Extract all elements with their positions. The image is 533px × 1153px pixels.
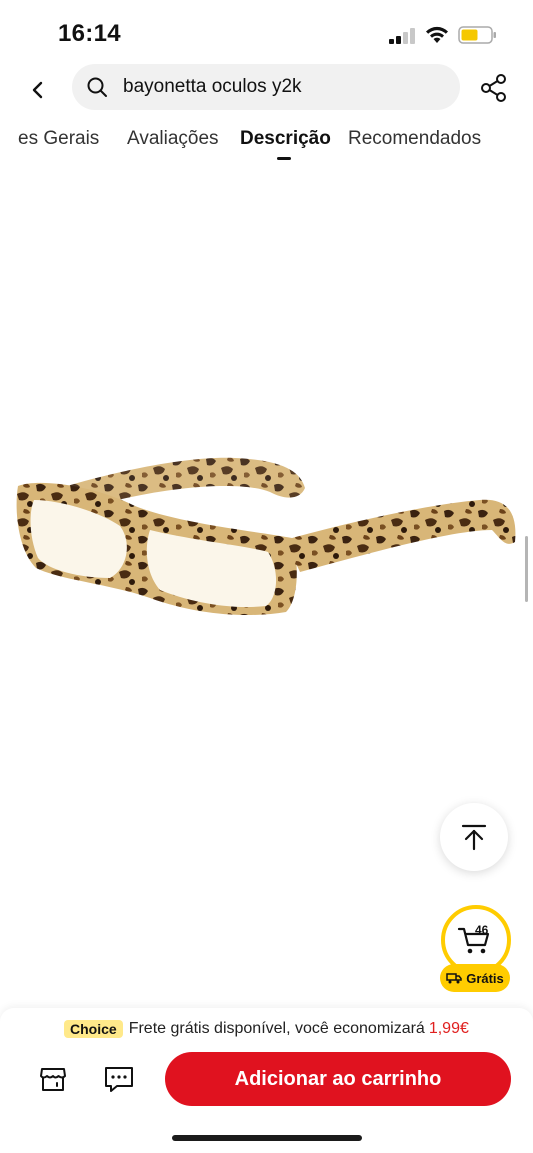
back-icon — [32, 81, 43, 99]
free-shipping-label: Grátis — [466, 970, 504, 986]
back-to-top-button[interactable] — [440, 803, 508, 871]
home-indicator — [172, 1135, 362, 1141]
cellular-signal-icon — [389, 28, 415, 44]
truck-icon — [446, 973, 462, 984]
section-tabs: es Gerais Avaliações Descrição Recomenda… — [0, 120, 533, 168]
active-tab-indicator — [277, 157, 291, 160]
store-icon[interactable] — [38, 1064, 68, 1094]
choice-badge: Choice — [64, 1020, 123, 1038]
add-to-cart-button[interactable]: Adicionar ao carrinho — [165, 1052, 511, 1106]
cart-count: 46 — [475, 923, 489, 937]
tab-reviews[interactable]: Avaliações — [127, 128, 219, 150]
tab-recommended[interactable]: Recomendados — [348, 128, 481, 150]
back-to-top-icon — [461, 824, 487, 851]
shipping-info: Choice Frete grátis disponível, você eco… — [64, 1018, 469, 1040]
floating-cart-button[interactable]: 46 Grátis — [438, 902, 512, 994]
search-query: bayonetta oculos y2k — [123, 76, 302, 97]
shipping-text: Frete grátis disponível, você economizar… — [128, 1020, 425, 1037]
free-shipping-badge: Grátis — [440, 964, 510, 992]
top-nav: bayonetta oculos y2k — [0, 62, 533, 114]
tab-overview[interactable]: es Gerais — [18, 128, 99, 150]
product-image-glasses — [16, 457, 516, 616]
bottom-action-bar: Choice Frete grátis disponível, você eco… — [0, 1008, 533, 1153]
status-bar: 16:14 — [0, 0, 533, 64]
tab-description[interactable]: Descrição — [240, 128, 331, 150]
share-icon[interactable] — [478, 72, 510, 104]
chat-icon[interactable] — [103, 1064, 135, 1094]
back-button[interactable] — [22, 74, 54, 106]
search-icon — [87, 77, 107, 97]
savings-amount: 1,99€ — [428, 1020, 469, 1037]
search-input[interactable]: bayonetta oculos y2k — [72, 64, 460, 110]
battery-icon — [458, 26, 496, 44]
status-time: 16:14 — [58, 20, 121, 47]
scroll-indicator[interactable] — [525, 536, 528, 602]
wifi-icon — [426, 26, 448, 43]
